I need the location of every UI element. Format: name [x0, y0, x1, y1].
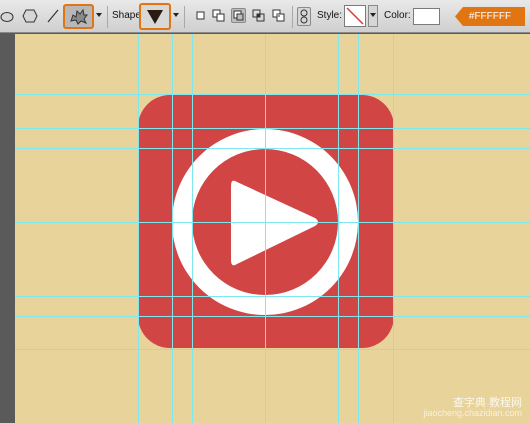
- intersect-shape-icon[interactable]: [251, 8, 266, 23]
- vertical-guide[interactable]: [172, 34, 173, 423]
- horizontal-guide[interactable]: [15, 148, 530, 149]
- shape-dropdown-caret-icon[interactable]: [173, 13, 179, 17]
- add-to-shape-icon[interactable]: [211, 8, 226, 23]
- color-swatch[interactable]: [413, 8, 440, 25]
- horizontal-guide[interactable]: [15, 128, 530, 129]
- vertical-guide[interactable]: [265, 34, 266, 423]
- toolbar-divider: [292, 6, 293, 28]
- play-triangle-icon: [231, 180, 318, 266]
- vertical-guide[interactable]: [393, 34, 394, 423]
- toolbar-divider: [107, 6, 108, 28]
- horizontal-guide[interactable]: [15, 94, 530, 95]
- style-dropdown-button[interactable]: [368, 5, 378, 27]
- subtract-from-shape-icon[interactable]: [231, 8, 246, 23]
- color-label: Color:: [384, 10, 411, 21]
- document-canvas[interactable]: 查字典 教程网 jiaocheng.chazidian.com: [15, 34, 530, 423]
- custom-shape-tool-icon[interactable]: [63, 4, 94, 29]
- ellipse-tool-icon[interactable]: [0, 10, 14, 22]
- triangle-shape-icon: [147, 10, 163, 24]
- site-watermark: 查字典 教程网 jiaocheng.chazidian.com: [423, 397, 522, 419]
- horizontal-guide[interactable]: [15, 222, 530, 223]
- tool-dropdown-caret-icon[interactable]: [96, 13, 102, 17]
- vertical-guide[interactable]: [138, 34, 139, 423]
- vertical-guide[interactable]: [358, 34, 359, 423]
- link-layer-style-icon[interactable]: [297, 7, 311, 26]
- watermark-url: jiaocheng.chazidian.com: [423, 408, 522, 419]
- vertical-guide[interactable]: [338, 34, 339, 423]
- no-style-icon: [346, 7, 364, 25]
- vertical-guide[interactable]: [192, 34, 193, 423]
- options-bar: Shape Style: Color: #FFFFFF: [0, 0, 530, 33]
- style-picker[interactable]: [344, 5, 366, 27]
- toolbar-divider: [184, 6, 185, 28]
- polygon-tool-icon[interactable]: [22, 9, 38, 23]
- shape-label: Shape: [112, 10, 141, 21]
- horizontal-guide[interactable]: [15, 296, 530, 297]
- color-hex-badge: #FFFFFF: [455, 7, 525, 26]
- shape-preset-picker[interactable]: [139, 3, 171, 30]
- exclude-overlap-icon[interactable]: [271, 8, 286, 23]
- horizontal-guide[interactable]: [15, 349, 530, 350]
- style-dropdown-caret-icon: [370, 13, 376, 17]
- line-tool-icon[interactable]: [46, 8, 60, 24]
- style-label: Style:: [317, 10, 343, 21]
- horizontal-guide[interactable]: [15, 316, 530, 317]
- new-layer-mode-icon[interactable]: [193, 8, 208, 23]
